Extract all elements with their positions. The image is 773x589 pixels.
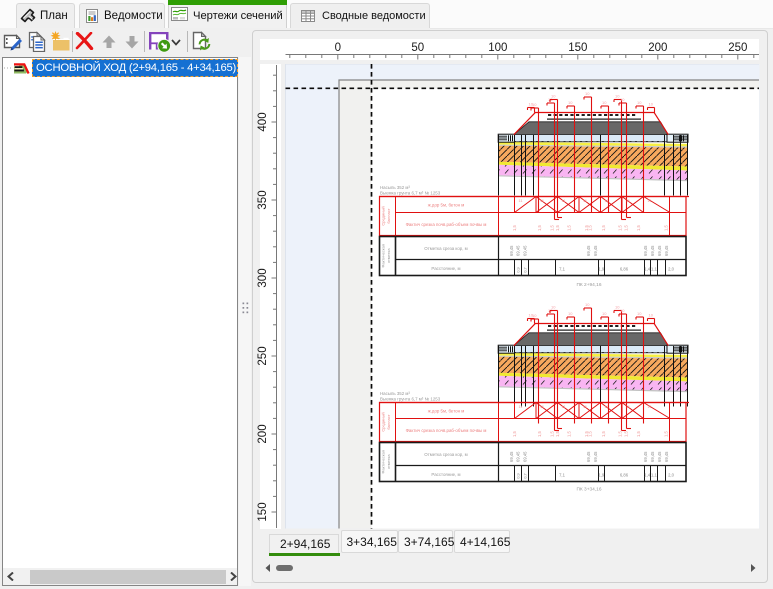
svg-text:ПК 2+94,16: ПК 2+94,16	[576, 282, 601, 288]
svg-text:0: 0	[335, 42, 341, 54]
svg-text:400: 400	[257, 112, 269, 131]
svg-text:300: 300	[257, 268, 269, 287]
svg-text:200: 200	[648, 42, 667, 54]
svg-text:350: 350	[257, 190, 269, 209]
svg-text:150: 150	[568, 42, 587, 54]
svg-text:250: 250	[728, 42, 747, 54]
svg-text:200: 200	[257, 424, 269, 443]
svg-text:150: 150	[257, 502, 269, 521]
svg-text:50: 50	[411, 42, 424, 54]
svg-text:100: 100	[488, 42, 507, 54]
svg-text:250: 250	[257, 346, 269, 365]
svg-text:ПК 3+34,16: ПК 3+34,16	[576, 487, 601, 493]
